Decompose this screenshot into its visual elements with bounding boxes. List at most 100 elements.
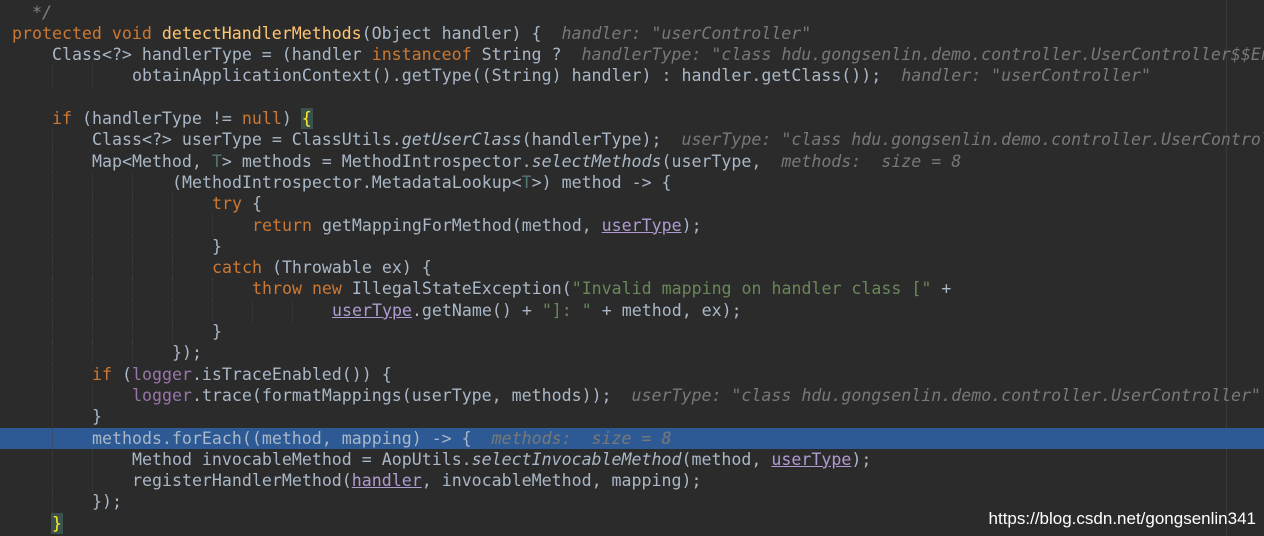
code-token: logger — [131, 364, 192, 384]
inline-debug-hint: handler: "userController" — [561, 23, 812, 43]
code-editor[interactable]: */protected void detectHandlerMethods(Ob… — [0, 0, 1264, 536]
indent-guide — [92, 299, 93, 321]
code-line[interactable]: obtainApplicationContext().getType((Stri… — [0, 65, 1264, 87]
inline-debug-hint: userType: "class hdu.gongsenlin.demo.con… — [631, 385, 1261, 405]
code-line-current[interactable]: methods.forEach((method, mapping) -> { m… — [0, 427, 1264, 449]
code-line[interactable]: return getMappingForMethod(method, userT… — [0, 214, 1264, 236]
code-line[interactable]: catch (Throwable ex) { — [0, 257, 1264, 279]
code-line[interactable]: (MethodIntrospector.MetadataLookup<T>) m… — [0, 171, 1264, 194]
code-line[interactable]: }); — [0, 342, 1264, 364]
code-token: catch — [212, 258, 272, 278]
code-token: try — [212, 194, 252, 214]
indent-guide — [92, 214, 93, 236]
code-line[interactable]: userType.getName() + "]: " + method, ex)… — [0, 299, 1264, 321]
code-token: obtainApplicationContext().getType((Stri… — [132, 66, 902, 86]
indent-guide — [52, 299, 53, 321]
indent-guide — [52, 363, 53, 385]
inline-debug-hint: methods: size = 8 — [781, 151, 962, 171]
code-token: }); — [172, 343, 202, 363]
code-line[interactable] — [0, 87, 1264, 108]
code-token: handler — [351, 471, 422, 491]
indent-guide — [92, 342, 93, 364]
matched-brace: } — [51, 512, 63, 534]
indent-guide — [52, 321, 53, 343]
code-text: } — [212, 321, 222, 342]
code-line[interactable]: } — [0, 321, 1264, 343]
code-token: ); — [681, 215, 702, 235]
code-line[interactable]: Class<?> handlerType = (handler instance… — [0, 44, 1264, 65]
indent-guide — [52, 384, 53, 407]
code-line[interactable]: Class<?> userType = ClassUtils.getUserCl… — [0, 129, 1264, 151]
indent-guide — [92, 278, 93, 300]
code-token: return — [252, 215, 322, 235]
code-token: Method invocableMethod = AopUtils. — [132, 449, 472, 469]
code-token: detectHandlerMethods — [161, 23, 362, 43]
code-token: getUserClass — [401, 130, 522, 150]
indent-guide — [92, 384, 93, 407]
code-text: try { — [212, 193, 262, 214]
code-line[interactable]: if (logger.isTraceEnabled()) { — [0, 363, 1264, 385]
code-line[interactable]: throw new IllegalStateException("Invalid… — [0, 278, 1264, 300]
inline-debug-hint: methods: size = 8 — [491, 428, 672, 448]
code-text: Class<?> handlerType = (handler instance… — [52, 44, 1264, 65]
watermark-url: https://blog.csdn.net/gongsenlin341 — [988, 509, 1256, 528]
code-line[interactable]: protected void detectHandlerMethods(Obje… — [0, 23, 1264, 44]
indent-guide — [172, 257, 173, 279]
code-token: Map<Method, — [92, 151, 212, 171]
code-token: methods.forEach((method, mapping) -> { — [92, 428, 492, 448]
indent-guide — [172, 214, 173, 236]
indent-guide — [132, 278, 133, 300]
indent-guide — [52, 214, 53, 236]
code-line[interactable]: } — [0, 406, 1264, 428]
code-token: selectMethods — [531, 151, 662, 171]
code-text: */ — [12, 2, 52, 23]
code-token: selectInvocableMethod — [471, 449, 682, 469]
code-token: (MethodIntrospector.MetadataLookup< — [172, 172, 522, 192]
code-token: instanceof — [371, 45, 482, 65]
code-token: + — [941, 279, 952, 299]
indent-guide — [212, 278, 213, 300]
code-line[interactable]: */ — [0, 2, 1264, 23]
code-token: (userType, — [661, 151, 782, 171]
indent-guide — [292, 299, 293, 321]
code-token: "Invalid mapping on handler class [" — [571, 279, 942, 299]
code-token: (method, — [681, 449, 772, 469]
code-line[interactable]: logger.trace(formatMappings(userType, me… — [0, 384, 1264, 407]
inline-debug-hint: handlerType: "class hdu.gongsenlin.demo.… — [581, 45, 1264, 65]
indent-guide — [92, 321, 93, 343]
code-line[interactable]: registerHandlerMethod(handler, invocable… — [0, 470, 1264, 492]
indent-guide — [52, 342, 53, 364]
indent-guide — [132, 257, 133, 279]
code-line[interactable]: if (handlerType != null) { — [0, 108, 1264, 129]
code-text: userType.getName() + "]: " + method, ex)… — [332, 300, 742, 321]
code-line[interactable]: Method invocableMethod = AopUtils.select… — [0, 448, 1264, 471]
code-token: null — [241, 109, 282, 128]
code-text: if (logger.isTraceEnabled()) { — [92, 364, 392, 385]
indent-guide — [52, 406, 53, 428]
code-token: > methods = MethodIntrospector. — [221, 151, 532, 171]
indent-guide — [52, 150, 53, 172]
code-text: protected void detectHandlerMethods(Obje… — [12, 23, 811, 44]
indent-guide — [172, 278, 173, 300]
indent-guide — [92, 448, 93, 471]
indent-guide — [52, 278, 53, 300]
code-text: Class<?> userType = ClassUtils.getUserCl… — [92, 129, 1264, 150]
code-token: protected void — [12, 23, 162, 43]
indent-guide — [52, 171, 53, 194]
code-token: (Object handler) { — [361, 23, 562, 43]
code-token: } — [212, 236, 222, 256]
code-text: obtainApplicationContext().getType((Stri… — [132, 65, 1151, 86]
indent-guide — [172, 235, 173, 258]
code-token: T — [211, 151, 222, 171]
inline-debug-hint: handler: "userController" — [901, 66, 1152, 86]
indent-guide — [92, 193, 93, 215]
code-token: + method, ex); — [601, 300, 742, 320]
code-line[interactable]: try { — [0, 193, 1264, 215]
indent-guide — [52, 491, 53, 513]
code-token: } — [212, 322, 222, 341]
inline-debug-hint: userType: "class hdu.gongsenlin.demo.con… — [681, 130, 1264, 150]
code-text: logger.trace(formatMappings(userType, me… — [132, 385, 1261, 406]
code-token: ); — [851, 449, 872, 469]
code-line[interactable]: } — [0, 235, 1264, 258]
code-line[interactable]: Map<Method, T> methods = MethodIntrospec… — [0, 150, 1264, 172]
